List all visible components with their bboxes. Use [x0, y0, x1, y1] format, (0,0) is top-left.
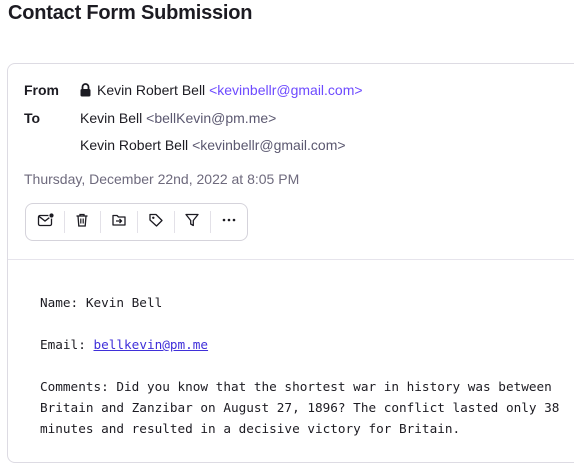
from-label: From	[24, 82, 59, 98]
trash-icon	[74, 212, 90, 233]
body-email-line: Email: bellkevin@pm.me	[40, 334, 208, 355]
body-email-prefix: Email:	[40, 337, 94, 352]
mark-unread-icon	[37, 211, 55, 233]
to-recipient-1[interactable]: Kevin Bell <bellKevin@pm.me>	[80, 110, 276, 126]
body-email-link[interactable]: bellkevin@pm.me	[93, 337, 208, 352]
to-recipient-2[interactable]: Kevin Robert Bell <kevinbellr@gmail.com>	[80, 137, 346, 153]
body-name-line: Name: Kevin Bell	[40, 295, 163, 310]
label-icon	[148, 212, 164, 233]
page-title: Contact Form Submission	[8, 2, 253, 24]
header-body-divider	[8, 259, 574, 260]
message-toolbar	[25, 203, 248, 241]
more-icon	[221, 212, 237, 233]
from-email: <kevinbellr@gmail.com>	[209, 82, 363, 98]
message-date: Thursday, December 22nd, 2022 at 8:05 PM	[24, 171, 300, 187]
label-button[interactable]	[138, 204, 174, 240]
body-comments-line-1: Comments: Did you know that the shortest…	[40, 379, 552, 394]
more-actions-button[interactable]	[211, 204, 247, 240]
lock-icon	[80, 83, 91, 97]
from-name: Kevin Robert Bell	[97, 82, 206, 98]
move-to-folder-button[interactable]	[101, 204, 137, 240]
from-value[interactable]: Kevin Robert Bell <kevinbellr@gmail.com>	[80, 82, 363, 98]
delete-button[interactable]	[65, 204, 101, 240]
to-row: To Kevin Bell <bellKevin@pm.me>	[24, 110, 564, 128]
body-comments-line-3: minutes and resulted in a decisive victo…	[40, 421, 461, 436]
filter-button[interactable]	[175, 204, 211, 240]
recipient-email: <bellKevin@pm.me>	[146, 110, 277, 126]
filter-icon	[184, 212, 200, 233]
mark-unread-button[interactable]	[28, 204, 64, 240]
to-label: To	[24, 110, 41, 126]
recipient-email: <kevinbellr@gmail.com>	[192, 137, 346, 153]
to-row-2: Kevin Robert Bell <kevinbellr@gmail.com>	[24, 137, 564, 155]
from-row: From Kevin Robert Bell <kevinbellr@gmail…	[24, 82, 564, 100]
move-to-folder-icon	[111, 212, 127, 233]
recipient-name: Kevin Bell	[80, 110, 143, 126]
body-comments-line-2: Britain and Zanzibar on August 27, 1896?…	[40, 400, 560, 415]
recipient-name: Kevin Robert Bell	[80, 137, 189, 153]
